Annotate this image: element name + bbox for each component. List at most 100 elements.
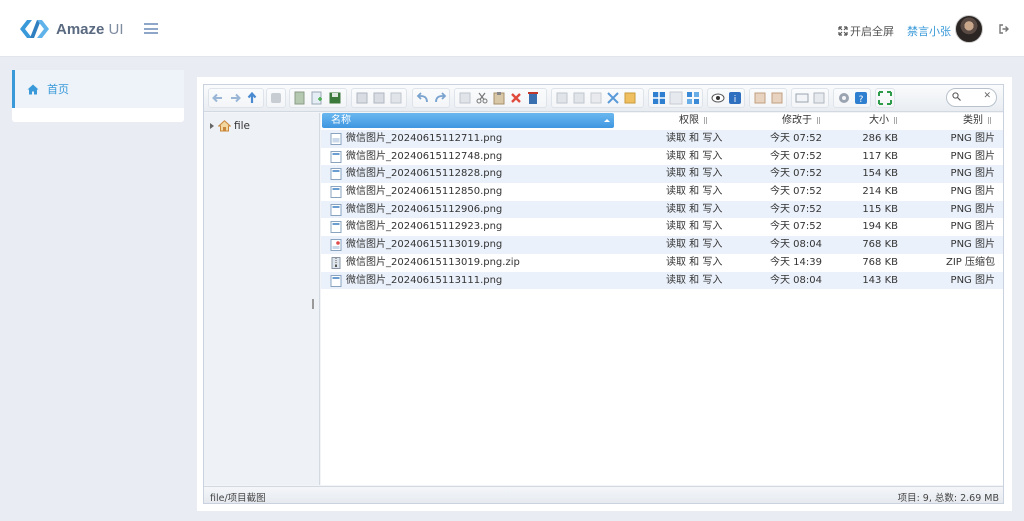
table-row[interactable]: 微信图片_20240615112748.png 读取 和 写入 今天 07:52… bbox=[321, 148, 1003, 166]
file-name: 微信图片_20240615112906.png bbox=[346, 203, 503, 215]
list-header: 名称 权限 修改于 大小 类别 bbox=[321, 113, 1003, 130]
table-row[interactable]: 微信图片_20240615112923.png 读取 和 写入 今天 07:52… bbox=[321, 218, 1003, 236]
file-perm: 读取 和 写入 bbox=[666, 239, 723, 251]
column-header-size[interactable]: 大小 bbox=[869, 113, 897, 128]
column-grip-icon[interactable] bbox=[894, 117, 897, 124]
file-name: 微信图片_20240615113019.png.zip bbox=[346, 256, 520, 268]
edit-icon[interactable] bbox=[588, 90, 604, 106]
fullscreen-button[interactable]: 开启全屏 bbox=[838, 23, 894, 39]
redo-icon[interactable] bbox=[432, 90, 448, 106]
get-file-icon[interactable] bbox=[388, 90, 404, 106]
file-modified: 今天 07:52 bbox=[770, 133, 822, 144]
info-icon[interactable]: i bbox=[727, 90, 743, 106]
folder-tree: file bbox=[204, 113, 320, 485]
file-kind: PNG 图片 bbox=[950, 150, 995, 162]
table-row[interactable]: 微信图片_20240615113019.png.zip 读取 和 写入 今天 1… bbox=[321, 254, 1003, 272]
table-row[interactable]: 微信图片_20240615113019.png 读取 和 写入 今天 08:04… bbox=[321, 236, 1003, 254]
new-file-icon[interactable] bbox=[309, 90, 325, 106]
file-size: 286 KB bbox=[862, 133, 898, 144]
duplicate-icon[interactable] bbox=[554, 90, 570, 106]
unarchive-icon[interactable] bbox=[769, 90, 785, 106]
clear-search-icon[interactable]: ✕ bbox=[983, 91, 991, 101]
file-perm: 读取 和 写入 bbox=[666, 168, 723, 180]
user-name-link[interactable]: 禁言小张 bbox=[907, 23, 951, 39]
delete-icon[interactable] bbox=[508, 90, 524, 106]
expand-arrow-icon[interactable] bbox=[210, 123, 214, 129]
save-icon[interactable] bbox=[327, 90, 343, 106]
file-kind: PNG 图片 bbox=[950, 186, 995, 198]
column-header-kind[interactable]: 类别 bbox=[963, 113, 991, 128]
file-kind: PNG 图片 bbox=[950, 168, 995, 180]
icons-view-icon[interactable] bbox=[651, 90, 667, 106]
table-row[interactable]: 微信图片_20240615112850.png 读取 和 写入 今天 07:52… bbox=[321, 183, 1003, 201]
logout-icon[interactable] bbox=[999, 24, 1009, 34]
file-kind: PNG 图片 bbox=[950, 239, 995, 251]
table-row[interactable]: 微信图片_20240615112906.png 读取 和 写入 今天 07:52… bbox=[321, 200, 1003, 219]
file-name: 微信图片_20240615112923.png bbox=[346, 221, 503, 233]
resize-icon[interactable] bbox=[605, 90, 621, 106]
column-header-name[interactable]: 名称 bbox=[322, 113, 614, 128]
column-header-label: 大小 bbox=[869, 115, 889, 126]
table-row[interactable]: 微信图片_20240615113111.png 读取 和 写入 今天 08:04… bbox=[321, 271, 1003, 290]
amaze-logo-icon bbox=[20, 20, 49, 38]
download-icon[interactable] bbox=[371, 90, 387, 106]
brand-logo[interactable]: Amaze UI bbox=[18, 18, 124, 40]
column-grip-icon[interactable] bbox=[704, 117, 707, 124]
zip-file-icon bbox=[331, 256, 341, 269]
paste-icon[interactable] bbox=[491, 90, 507, 106]
rename-icon[interactable] bbox=[571, 90, 587, 106]
file-modified: 今天 07:52 bbox=[770, 186, 822, 198]
new-folder-icon[interactable] bbox=[292, 90, 308, 106]
settings-gear-icon[interactable] bbox=[836, 90, 852, 106]
open-icon[interactable] bbox=[354, 90, 370, 106]
tree-node-root[interactable]: file bbox=[210, 120, 250, 132]
file-size: 117 KB bbox=[862, 150, 898, 162]
avatar[interactable] bbox=[955, 15, 983, 43]
file-name: 微信图片_20240615112748.png bbox=[346, 150, 503, 162]
file-size: 115 KB bbox=[862, 203, 898, 215]
column-header-label: 类别 bbox=[963, 115, 983, 126]
forward-icon[interactable] bbox=[227, 90, 243, 106]
column-header-modified[interactable]: 修改于 bbox=[782, 113, 820, 128]
status-stats: 项目: 9, 总数: 2.69 MB bbox=[897, 493, 999, 504]
trash-icon[interactable] bbox=[525, 90, 541, 106]
search-input[interactable]: ✕ bbox=[946, 88, 997, 107]
back-icon[interactable] bbox=[210, 90, 226, 106]
preview-eye-icon[interactable] bbox=[710, 90, 726, 106]
file-name: 微信图片_20240615112828.png bbox=[346, 168, 503, 180]
undo-icon[interactable] bbox=[415, 90, 431, 106]
pane-resize-handle[interactable] bbox=[312, 299, 314, 309]
file-perm: 读取 和 写入 bbox=[666, 274, 723, 286]
column-grip-icon[interactable] bbox=[817, 117, 820, 124]
select-all-icon[interactable] bbox=[811, 90, 827, 106]
sidebar-item-home[interactable]: 首页 bbox=[12, 70, 184, 108]
extract-icon[interactable] bbox=[622, 90, 638, 106]
list-view-icon[interactable] bbox=[668, 90, 684, 106]
table-row[interactable]: 微信图片_20240615112828.png 读取 和 写入 今天 07:52… bbox=[321, 165, 1003, 184]
image-file-icon bbox=[330, 150, 342, 163]
file-rows: 微信图片_20240615112711.png 读取 和 写入 今天 07:52… bbox=[321, 130, 1003, 290]
up-folder-icon[interactable] bbox=[244, 90, 260, 106]
file-size: 768 KB bbox=[862, 256, 898, 268]
image-file-icon bbox=[330, 168, 342, 181]
menu-toggle-icon[interactable] bbox=[144, 23, 158, 34]
maximize-icon[interactable] bbox=[877, 90, 893, 106]
cut-icon[interactable] bbox=[474, 90, 490, 106]
sort-asc-icon bbox=[604, 119, 610, 122]
file-size: 194 KB bbox=[862, 221, 898, 233]
file-name: 微信图片_20240615112850.png bbox=[346, 186, 503, 198]
columns-view-icon[interactable] bbox=[685, 90, 701, 106]
table-row[interactable]: 微信图片_20240615112711.png 读取 和 写入 今天 07:52… bbox=[321, 130, 1003, 148]
archive-icon[interactable] bbox=[752, 90, 768, 106]
column-grip-icon[interactable] bbox=[988, 117, 991, 124]
help-icon[interactable]: ? bbox=[853, 90, 869, 106]
copy-icon[interactable] bbox=[457, 90, 473, 106]
file-list: 名称 权限 修改于 大小 类别 微信图片_20240615112711.png … bbox=[321, 113, 1003, 485]
reload-icon[interactable] bbox=[268, 90, 284, 106]
column-header-perm[interactable]: 权限 bbox=[679, 113, 707, 128]
column-header-label: 修改于 bbox=[782, 115, 812, 126]
file-modified: 今天 07:52 bbox=[770, 203, 822, 215]
column-header-label: 名称 bbox=[331, 115, 351, 126]
file-kind: PNG 图片 bbox=[950, 221, 995, 233]
sort-icon[interactable] bbox=[794, 90, 810, 106]
